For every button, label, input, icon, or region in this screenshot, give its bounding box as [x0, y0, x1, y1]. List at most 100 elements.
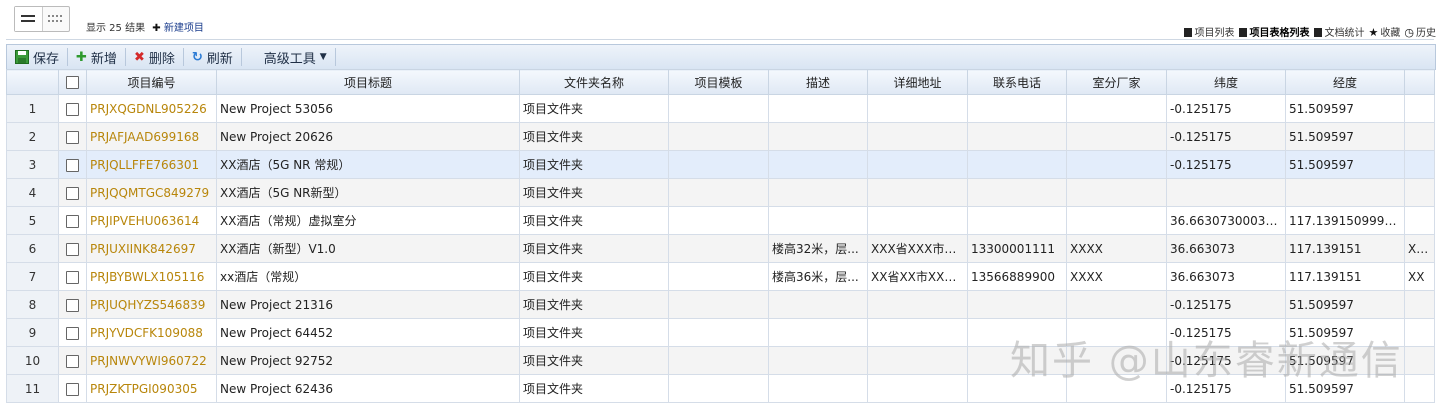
table-row[interactable]: 8 PRJUQHYZS546839 New Project 21316 项目文件夹 -0… — [6, 290, 1435, 319]
table-header-row: 项目编号 项目标题 文件夹名称 项目模板 描述 详细地址 联系电话 室分厂家 纬… — [6, 69, 1435, 95]
table-row[interactable]: 1 PRJXQGDNL905226 New Project 53056 项目文件夹 -0… — [6, 94, 1435, 123]
row-checkbox[interactable] — [58, 206, 87, 235]
cell-code[interactable]: PRJBYBWLX105116 — [86, 262, 217, 291]
save-button[interactable]: 保存 — [7, 46, 67, 68]
cell-code[interactable]: PRJQLLFFE766301 — [86, 150, 217, 179]
project-table-list-link[interactable]: 项目表格列表 — [1238, 24, 1310, 39]
column-header[interactable]: 室分厂家 — [1066, 69, 1167, 95]
delete-icon: ✖ — [133, 49, 145, 65]
select-all-checkbox[interactable] — [58, 69, 87, 95]
advanced-tools-dropdown[interactable]: 高级工具 ▼ — [242, 46, 335, 68]
add-icon: ✚ — [76, 49, 87, 65]
cell-desc: 楼高36米，层... — [768, 262, 868, 291]
cell-desc: 楼高32米，层... — [768, 234, 868, 263]
column-header[interactable]: 描述 — [768, 69, 868, 95]
new-project-link[interactable]: 新建项目 — [164, 23, 204, 34]
cell-lng — [1285, 178, 1405, 207]
refresh-button[interactable]: ↻ 刷新 — [184, 46, 241, 68]
column-header[interactable]: 联系电话 — [967, 69, 1067, 95]
checkbox-icon — [66, 242, 79, 256]
list-view-toggle-icon[interactable] — [15, 7, 43, 31]
cell-lng: 51.509597 — [1285, 318, 1405, 347]
add-button[interactable]: ✚ 新增 — [68, 46, 125, 68]
cell-addr — [867, 150, 968, 179]
cell-folder: 项目文件夹 — [519, 374, 669, 403]
table-row[interactable]: 9 PRJYVDCFK109088 New Project 64452 项目文件夹 -0… — [6, 318, 1435, 347]
row-checkbox[interactable] — [58, 346, 87, 375]
row-checkbox[interactable] — [58, 374, 87, 403]
cell-lat — [1166, 178, 1286, 207]
table-row[interactable]: 2 PRJAFJAAD699168 New Project 20626 项目文件夹 -0… — [6, 122, 1435, 151]
column-header[interactable]: 项目编号 — [86, 69, 217, 95]
table-row[interactable]: 4 PRJQQMTGC849279 XX酒店（5G NR新型） 项目文件夹 — [6, 178, 1435, 207]
cell-template — [668, 290, 769, 319]
cell-code[interactable]: PRJIPVEHU063614 — [86, 206, 217, 235]
cell-phone — [967, 346, 1067, 375]
cell-title: New Project 62436 — [216, 374, 520, 403]
cell-code[interactable]: PRJZKTPGI090305 — [86, 374, 217, 403]
cell-extra — [1404, 122, 1435, 151]
divider — [6, 39, 1434, 40]
row-checkbox[interactable] — [58, 234, 87, 263]
column-header[interactable]: 纬度 — [1166, 69, 1286, 95]
star-icon: ★ — [1368, 26, 1379, 39]
row-checkbox[interactable] — [58, 150, 87, 179]
column-header[interactable]: 经度 — [1285, 69, 1405, 95]
column-header[interactable]: 项目标题 — [216, 69, 520, 95]
row-number: 4 — [6, 178, 59, 207]
table-row[interactable]: 5 PRJIPVEHU063614 XX酒店（常规）虚拟室分 项目文件夹 36.6630… — [6, 206, 1435, 235]
cell-title: New Project 21316 — [216, 290, 520, 319]
table-row[interactable]: 10 PRJNWVYWI960722 New Project 92752 项目文件夹 -… — [6, 346, 1435, 375]
project-list-link[interactable]: 项目列表 — [1183, 24, 1235, 39]
view-toggle — [14, 6, 70, 32]
cell-extra — [1404, 206, 1435, 235]
table-row[interactable]: 3 PRJQLLFFE766301 XX酒店（5G NR 常规） 项目文件夹 -0.12… — [6, 150, 1435, 179]
table-row[interactable]: 6 PRJUXIINK842697 XX酒店（新型）V1.0 项目文件夹 楼高32米，层… — [6, 234, 1435, 263]
cell-lng: 51.509597 — [1285, 150, 1405, 179]
row-checkbox[interactable] — [58, 318, 87, 347]
cell-vendor: XXXX — [1066, 234, 1167, 263]
cell-code[interactable]: PRJYVDCFK109088 — [86, 318, 217, 347]
cell-title: xx酒店（常规） — [216, 262, 520, 291]
cell-code[interactable]: PRJAFJAAD699168 — [86, 122, 217, 151]
cell-desc — [768, 94, 868, 123]
cell-code[interactable]: PRJUXIINK842697 — [86, 234, 217, 263]
cell-lat: -0.125175 — [1166, 318, 1286, 347]
table-row[interactable]: 7 PRJBYBWLX105116 xx酒店（常规） 项目文件夹 楼高36米，层... X… — [6, 262, 1435, 291]
checkbox-icon — [66, 214, 79, 228]
column-header[interactable]: 文件夹名称 — [519, 69, 669, 95]
checkbox-icon — [66, 158, 79, 172]
cell-extra: XX — [1404, 262, 1435, 291]
cell-code[interactable]: PRJUQHYZS546839 — [86, 290, 217, 319]
delete-button[interactable]: ✖ 删除 — [126, 46, 183, 68]
row-checkbox[interactable] — [58, 94, 87, 123]
row-checkbox[interactable] — [58, 122, 87, 151]
cell-lng: 51.509597 — [1285, 374, 1405, 403]
cell-lat: -0.125175 — [1166, 374, 1286, 403]
row-checkbox[interactable] — [58, 262, 87, 291]
table-row[interactable]: 11 PRJZKTPGI090305 New Project 62436 项目文件夹 -… — [6, 374, 1435, 403]
cell-template — [668, 262, 769, 291]
row-checkbox[interactable] — [58, 178, 87, 207]
cell-addr: XX省XX市XX区... — [867, 262, 968, 291]
row-number: 7 — [6, 262, 59, 291]
document-stats-link[interactable]: 文档统计 — [1313, 24, 1365, 39]
cell-lng: 117.139151 — [1285, 262, 1405, 291]
cell-code[interactable]: PRJNWVYWI960722 — [86, 346, 217, 375]
cell-phone — [967, 178, 1067, 207]
cell-vendor: XXXX — [1066, 262, 1167, 291]
cell-addr — [867, 94, 968, 123]
grid-view-toggle-icon[interactable] — [43, 7, 70, 31]
history-link[interactable]: ◷ 历史 — [1404, 24, 1436, 39]
cell-code[interactable]: PRJQQMTGC849279 — [86, 178, 217, 207]
results-summary: 显示 25 结果 ✚ 新建项目 — [86, 19, 204, 34]
column-header[interactable]: 详细地址 — [867, 69, 968, 95]
row-checkbox[interactable] — [58, 290, 87, 319]
cell-lat: -0.125175 — [1166, 94, 1286, 123]
column-header[interactable]: 项目模板 — [668, 69, 769, 95]
cell-vendor — [1066, 150, 1167, 179]
cell-lng: 51.509597 — [1285, 122, 1405, 151]
cell-code[interactable]: PRJXQGDNL905226 — [86, 94, 217, 123]
favorites-link[interactable]: ★ 收藏 — [1369, 24, 1401, 39]
cell-folder: 项目文件夹 — [519, 262, 669, 291]
